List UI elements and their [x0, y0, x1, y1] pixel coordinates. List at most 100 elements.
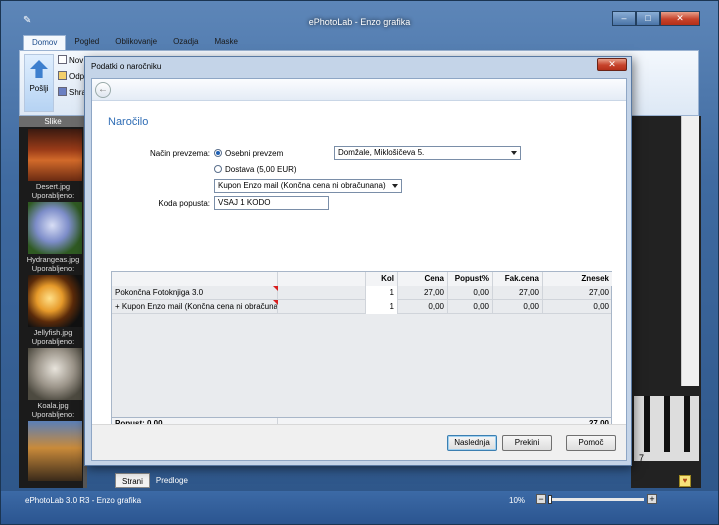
- page-number: 7: [639, 453, 645, 463]
- chevron-down-icon: [392, 184, 398, 188]
- thumbnail-caption-hydrangeas: Hydrangeas.jpg Uporabljeno:: [21, 255, 85, 273]
- pickup-location-value: Domžale, Miklošičeva 5.: [338, 148, 425, 157]
- dialog-toolbar: ←: [92, 79, 626, 101]
- discount-code-label: Koda popusta:: [158, 199, 210, 208]
- thumbnail-hydrangeas[interactable]: [28, 202, 82, 254]
- maximize-button[interactable]: □: [636, 11, 660, 26]
- help-button[interactable]: Pomoč: [566, 435, 616, 451]
- save-icon: [58, 87, 67, 96]
- images-panel: Slike Desert.jpg Uporabljeno: Hydrangeas.…: [19, 116, 87, 488]
- dialog-footer: Naslednja Prekini Pomoč: [92, 424, 626, 460]
- tab-ozadja[interactable]: Ozadja: [165, 35, 206, 51]
- next-button[interactable]: Naslednja: [447, 435, 497, 451]
- page-preview[interactable]: [634, 396, 699, 461]
- tab-domov[interactable]: Domov: [23, 35, 67, 51]
- status-text: ePhotoLab 3.0 R3 - Enzo grafika: [25, 496, 142, 505]
- thumbnail-status: Uporabljeno:: [31, 337, 75, 346]
- column-header-amount: Znesek: [543, 272, 612, 286]
- column-header: [112, 272, 278, 286]
- thumbnail-desert[interactable]: [28, 129, 82, 181]
- personal-pickup-label[interactable]: Osebni prevzem: [225, 149, 283, 158]
- row-price: 27,00: [398, 286, 448, 300]
- coupon-value: Kupon Enzo mail (Končna cena ni obračuna…: [218, 181, 386, 190]
- zoom-in-button[interactable]: +: [647, 494, 657, 504]
- save-button[interactable]: Shra: [58, 87, 86, 97]
- row-qty[interactable]: 1: [366, 300, 398, 314]
- column-header-discount: Popust%: [448, 272, 493, 286]
- open-button-label: Odp: [69, 72, 85, 81]
- table-row[interactable]: Pokončna Fotoknjiga 3.0 1 27,00 0,00 27,…: [112, 286, 611, 300]
- table-header: Kol Cena Popust% Fak.cena Znesek: [112, 272, 612, 286]
- workspace-scrollbar[interactable]: [681, 116, 699, 386]
- preview-stripe: [684, 396, 690, 452]
- status-bar: ePhotoLab 3.0 R3 - Enzo grafika 10% − +: [1, 491, 718, 524]
- note-indicator-icon: [273, 300, 278, 305]
- ribbon-tabs: Domov Pogled Oblikovanje Ozadja Maske: [23, 35, 246, 51]
- personal-pickup-radio[interactable]: [214, 149, 222, 157]
- tab-oblikovanje[interactable]: Oblikovanje: [107, 35, 165, 51]
- row-qty[interactable]: 1: [366, 286, 398, 300]
- thumbnail-name: Koala.jpg: [37, 401, 69, 410]
- tab-maske[interactable]: Maske: [206, 35, 246, 51]
- row-discount: 0,00: [448, 300, 493, 314]
- thumbnail-koala[interactable]: [28, 348, 82, 400]
- folder-icon: [58, 71, 67, 80]
- favorite-icon[interactable]: ♥: [679, 475, 691, 487]
- tab-strani[interactable]: Strani: [115, 473, 150, 488]
- discount-code-input[interactable]: VSAJ 1 KODO: [214, 196, 329, 210]
- row-item-name: Pokončna Fotoknjiga 3.0: [112, 286, 278, 300]
- send-button[interactable]: Pošlji: [24, 54, 54, 112]
- thumbnail-name: Hydrangeas.jpg: [26, 255, 80, 264]
- back-arrow-icon[interactable]: ←: [95, 82, 111, 98]
- row-note: [278, 300, 366, 314]
- row-note: [278, 286, 366, 300]
- open-button[interactable]: Odp: [58, 71, 84, 81]
- row-price: 0,00: [398, 300, 448, 314]
- app-title: ePhotoLab - Enzo grafika: [308, 17, 411, 27]
- minimize-button[interactable]: –: [612, 11, 636, 26]
- row-item-name: + Kupon Enzo mail (Končna cena ni obraču…: [112, 300, 278, 314]
- pickup-location-select[interactable]: Domžale, Miklošičeva 5.: [334, 146, 521, 160]
- thumbnail-jellyfish[interactable]: [28, 275, 82, 327]
- row-discount: 0,00: [448, 286, 493, 300]
- preview-stripe: [664, 396, 670, 452]
- thumbnail-lighthouse[interactable]: [28, 421, 82, 481]
- zoom-out-button[interactable]: −: [536, 494, 546, 504]
- delivery-radio[interactable]: [214, 165, 222, 173]
- tab-predloge[interactable]: Predloge: [150, 473, 194, 488]
- thumbnail-caption-jellyfish: Jellyfish.jpg Uporabljeno:: [21, 328, 85, 346]
- delivery-method-label: Način prevzema:: [149, 149, 210, 158]
- dialog-title: Podatki o naročniku: [91, 62, 162, 71]
- new-button[interactable]: Nov: [58, 55, 83, 65]
- column-header-qty: Kol: [366, 272, 398, 286]
- column-header-invoice-price: Fak.cena: [493, 272, 543, 286]
- zoom-value: 10%: [509, 496, 526, 505]
- title-bar: ✎ ePhotoLab - Enzo grafika – □ ✕: [1, 1, 718, 31]
- row-amount: 27,00: [588, 288, 609, 297]
- close-button[interactable]: ✕: [660, 11, 700, 26]
- bottom-tabs: Strani Predloge: [115, 473, 194, 488]
- note-indicator-icon: [273, 286, 278, 291]
- thumbnail-status: Uporabljeno:: [31, 264, 75, 273]
- thumbnail-status: Uporabljeno:: [31, 191, 75, 200]
- thumbnail-name: Desert.jpg: [35, 182, 71, 191]
- column-header-price: Cena: [398, 272, 448, 286]
- upload-arrow-icon: [30, 60, 48, 78]
- customer-data-dialog: Podatki o naročniku ✕ ← Naročilo Način p…: [84, 56, 632, 466]
- delivery-label[interactable]: Dostava (5,00 EUR): [225, 165, 297, 174]
- cancel-button[interactable]: Prekini: [502, 435, 552, 451]
- zoom-slider-thumb[interactable]: [548, 495, 552, 504]
- dialog-content: ← Naročilo Način prevzema: Osebni prevze…: [91, 78, 627, 461]
- chevron-down-icon: [511, 151, 517, 155]
- coupon-select[interactable]: Kupon Enzo mail (Končna cena ni obračuna…: [214, 179, 402, 193]
- order-heading: Naročilo: [108, 116, 149, 128]
- zoom-slider[interactable]: [550, 498, 644, 501]
- images-panel-header: Slike: [19, 116, 87, 127]
- dialog-close-button[interactable]: ✕: [597, 58, 627, 71]
- tab-pogled[interactable]: Pogled: [66, 35, 107, 51]
- preview-stripe: [644, 396, 650, 452]
- thumbnail-caption-koala: Koala.jpg Uporabljeno:: [21, 401, 85, 419]
- window-controls: – □ ✕: [612, 11, 700, 26]
- table-row[interactable]: + Kupon Enzo mail (Končna cena ni obraču…: [112, 300, 611, 314]
- send-button-label: Pošlji: [29, 84, 49, 93]
